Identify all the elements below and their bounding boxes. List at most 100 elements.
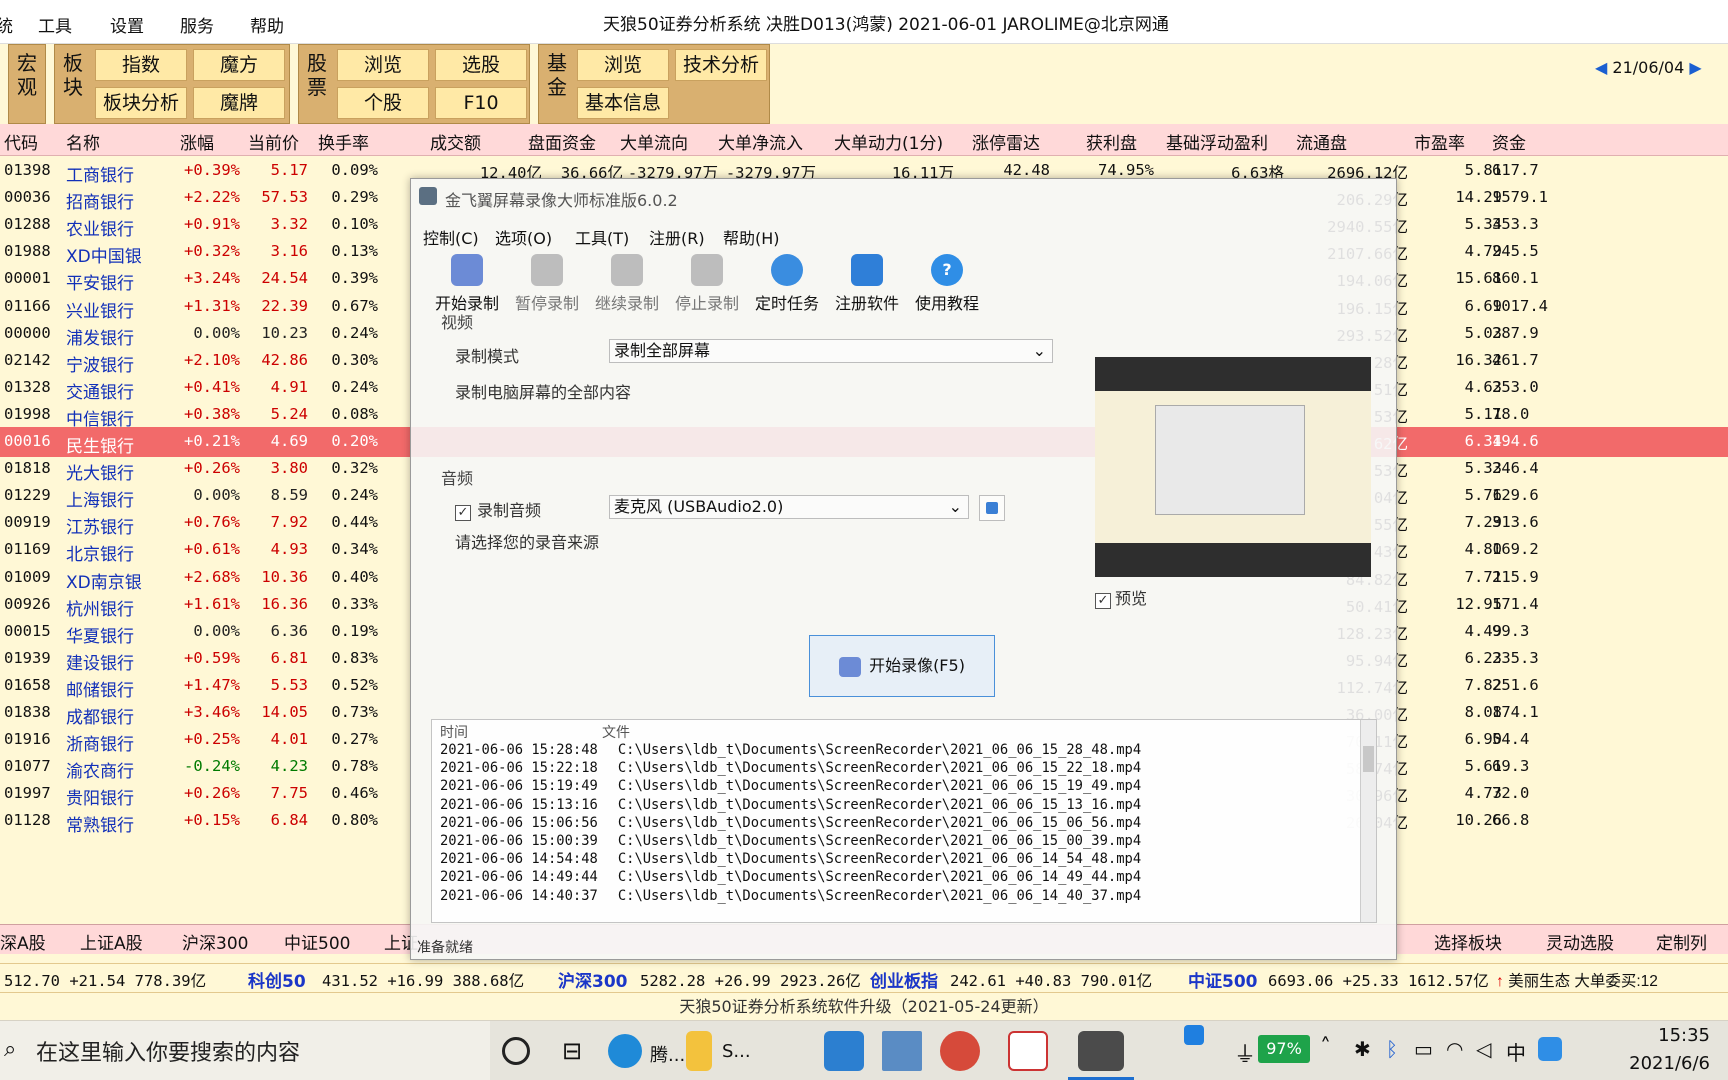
log-row[interactable]: 2021-06-06 15:19:49 C:\Users\ldb_t\Docume…	[440, 778, 1141, 794]
screen-recorder-icon[interactable]	[1078, 1031, 1124, 1071]
register-software-tool[interactable]: 注册软件	[827, 254, 907, 314]
index-button[interactable]: 指数	[95, 49, 187, 81]
volume-icon[interactable]: ◁	[1476, 1037, 1491, 1061]
column-header[interactable]: 大单净流入	[718, 129, 803, 154]
menu-help[interactable]: 帮助	[250, 12, 284, 37]
widgets-icon[interactable]: ⊟	[552, 1031, 592, 1071]
magic-card-button[interactable]: 魔牌	[193, 87, 285, 119]
next-arrow-icon[interactable]: ▶	[1689, 58, 1701, 77]
column-header[interactable]: 基础浮动盈利	[1166, 129, 1268, 154]
prev-arrow-icon[interactable]: ◀	[1595, 58, 1607, 77]
folder-icon[interactable]	[686, 1031, 712, 1071]
tab-csi300[interactable]: 沪深300	[182, 929, 248, 954]
edge-browser-label[interactable]: 腾...	[650, 1041, 685, 1067]
dlg-menu-control[interactable]: 控制(C)	[423, 225, 479, 249]
column-header[interactable]: 成交额	[430, 129, 481, 154]
log-row[interactable]: 2021-06-06 15:06:56 C:\Users\ldb_t\Docume…	[440, 815, 1141, 831]
index-hs300[interactable]: 沪深300	[558, 967, 628, 992]
menu-system[interactable]: 统	[0, 12, 13, 37]
tab-shanghai-a[interactable]: 上证A股	[80, 929, 143, 954]
column-header[interactable]: 换手率	[318, 129, 369, 154]
dlg-menu-register[interactable]: 注册(R)	[649, 225, 705, 249]
dlg-menu-tools[interactable]: 工具(T)	[575, 225, 629, 249]
f10-button[interactable]: F10	[435, 87, 527, 119]
log-row[interactable]: 2021-06-06 15:22:18 C:\Users\ldb_t\Docume…	[440, 760, 1141, 776]
stock-browse-button[interactable]: 浏览	[337, 49, 429, 81]
resume-record-tool[interactable]: 继续录制	[587, 254, 667, 314]
edge-browser-icon[interactable]	[608, 1034, 642, 1068]
scheduled-task-tool[interactable]: 定时任务	[747, 254, 827, 314]
menu-service[interactable]: 服务	[180, 12, 214, 37]
column-header[interactable]: 大单动力(1分)	[834, 129, 943, 154]
chevron-up-icon[interactable]: ˄	[1320, 1035, 1331, 1060]
column-header[interactable]: 获利盘	[1086, 129, 1137, 154]
tab-shenzhen-a[interactable]: 深A股	[0, 929, 46, 954]
dlg-menu-options[interactable]: 选项(O)	[495, 225, 552, 249]
tray-qq-icon[interactable]	[1538, 1037, 1562, 1061]
menu-settings[interactable]: 设置	[110, 12, 144, 37]
index-star50[interactable]: 科创50	[248, 967, 306, 992]
tray-app-icon[interactable]: ✱	[1354, 1037, 1371, 1061]
log-row[interactable]: 2021-06-06 15:13:16 C:\Users\ldb_t\Docume…	[440, 797, 1141, 813]
technical-analysis-button[interactable]: 技术分析	[675, 49, 767, 81]
start-recording-button[interactable]: 开始录像(F5)	[809, 635, 995, 697]
index-chinext[interactable]: 创业板指	[870, 967, 938, 992]
ime-indicator[interactable]: 中	[1506, 1037, 1526, 1066]
log-row[interactable]: 2021-06-06 15:28:48 C:\Users\ldb_t\Docume…	[440, 742, 1141, 758]
log-row[interactable]: 2021-06-06 15:00:39 C:\Users\ldb_t\Docume…	[440, 833, 1141, 849]
date-control[interactable]: ◀ 21/06/04 ▶	[1595, 58, 1702, 77]
fund-browse-button[interactable]: 浏览	[577, 49, 669, 81]
column-header[interactable]: 大单流向	[620, 129, 688, 154]
mail-icon[interactable]	[824, 1031, 864, 1071]
index-csi500[interactable]: 中证500	[1188, 967, 1258, 992]
scrollbar-thumb[interactable]	[1363, 746, 1374, 772]
log-row[interactable]: 2021-06-06 14:54:48 C:\Users\ldb_t\Docume…	[440, 851, 1141, 867]
taskbar-search-input[interactable]: 在这里输入你要搜索的内容	[36, 1035, 476, 1067]
record-mode-select[interactable]: 录制全部屏幕 ⌄	[609, 339, 1053, 363]
record-audio-checkbox[interactable]: ✓ 录制音频	[455, 497, 541, 521]
folder-label[interactable]: S...	[722, 1041, 751, 1062]
clock-time[interactable]: 15:35	[1606, 1025, 1710, 1046]
computer-icon[interactable]	[882, 1031, 922, 1071]
log-row[interactable]: 2021-06-06 14:49:44 C:\Users\ldb_t\Docume…	[440, 869, 1141, 885]
search-icon[interactable]: ⌕	[4, 1037, 16, 1062]
column-header[interactable]: 代码	[4, 129, 38, 154]
bluetooth-icon[interactable]: ᛒ	[1386, 1037, 1398, 1061]
column-header[interactable]: 流通盘	[1296, 129, 1347, 154]
wifi-icon[interactable]: ◠	[1446, 1037, 1463, 1061]
stop-record-tool[interactable]: 停止录制	[667, 254, 747, 314]
preview-checkbox[interactable]: ✓ 预览	[1095, 585, 1147, 609]
pause-record-tool[interactable]: 暂停录制	[507, 254, 587, 314]
tutorial-tool[interactable]: ? 使用教程	[907, 254, 987, 314]
log-row[interactable]: 2021-06-06 14:40:37 C:\Users\ldb_t\Docume…	[440, 888, 1141, 904]
log-scrollbar[interactable]	[1360, 720, 1376, 922]
column-header[interactable]: 名称	[66, 129, 100, 154]
sector-analysis-button[interactable]: 板块分析	[95, 87, 187, 119]
audio-device-select[interactable]: 麦克风 (USBAudio2.0) ⌄	[609, 495, 969, 519]
column-header[interactable]: 盘面资金	[528, 129, 596, 154]
app-icon[interactable]	[940, 1031, 980, 1071]
tab-custom-columns[interactable]: 定制列	[1656, 929, 1707, 954]
column-header[interactable]: 资金	[1492, 129, 1526, 154]
battery-indicator[interactable]: 97%	[1258, 1035, 1310, 1063]
menu-tools[interactable]: 工具	[38, 12, 72, 37]
column-header[interactable]: 涨幅	[180, 129, 214, 154]
battery-icon[interactable]: ▭	[1414, 1037, 1433, 1061]
tianlang-app-icon[interactable]	[1008, 1031, 1048, 1071]
tab-smart-picker[interactable]: 灵动选股	[1546, 929, 1614, 954]
column-header[interactable]: 市盈率	[1414, 129, 1465, 154]
cube-button[interactable]: 魔方	[193, 49, 285, 81]
single-stock-button[interactable]: 个股	[337, 87, 429, 119]
start-record-tool[interactable]: 开始录制	[427, 254, 507, 314]
tab-csi500[interactable]: 中证500	[284, 929, 350, 954]
tab-select-sector[interactable]: 选择板块	[1434, 929, 1502, 954]
audio-settings-button[interactable]	[979, 495, 1005, 521]
qq-badge-icon[interactable]	[1184, 1025, 1204, 1045]
column-header[interactable]: 涨停雷达	[972, 129, 1040, 154]
upgrade-notice[interactable]: 天狼50证券分析系统软件升级（2021-05-24更新）	[0, 995, 1728, 1019]
column-header[interactable]: 当前价	[248, 129, 299, 154]
basic-info-button[interactable]: 基本信息	[577, 87, 669, 119]
task-view-icon[interactable]	[502, 1037, 530, 1065]
stock-select-button[interactable]: 选股	[435, 49, 527, 81]
dlg-menu-help[interactable]: 帮助(H)	[723, 225, 780, 249]
